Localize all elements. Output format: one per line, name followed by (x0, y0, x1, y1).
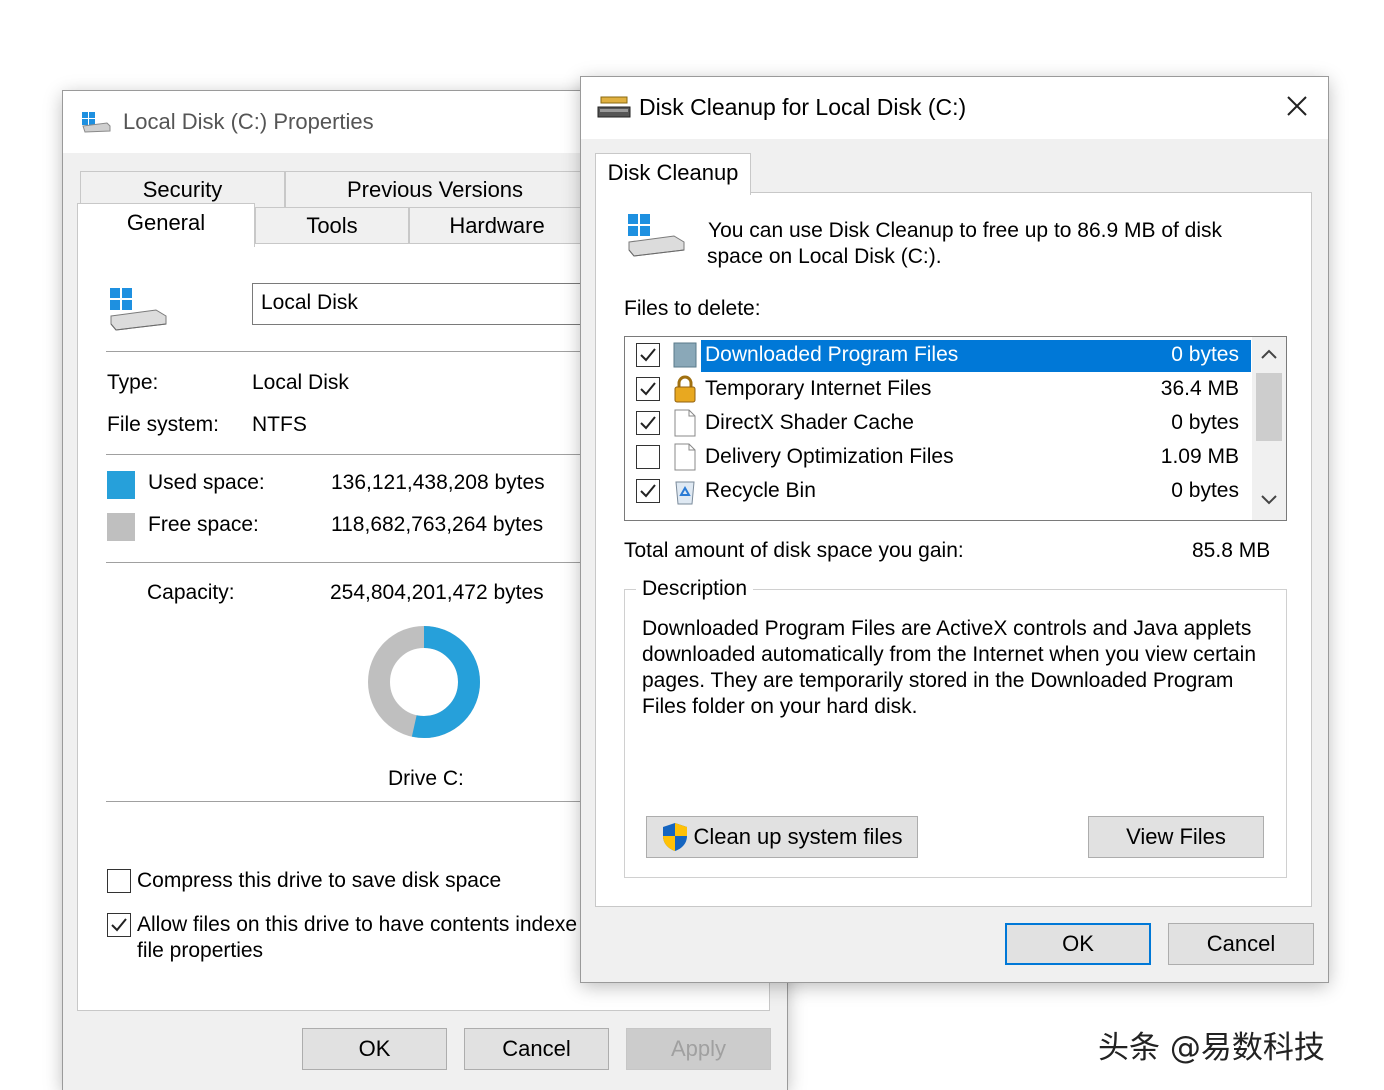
disk-cleanup-window: Disk Cleanup for Local Disk (C:) Disk Cl… (581, 77, 1328, 982)
used-space-value: 136,121,438,208 bytes (331, 471, 545, 494)
description-text-line1: Downloaded Program Files are ActiveX con… (642, 617, 1252, 640)
drive-icon (628, 214, 685, 257)
intro-text-line2: space on Local Disk (C:). (707, 245, 942, 268)
type-value: Local Disk (252, 371, 349, 394)
list-item[interactable]: DirectX Shader Cache 0 bytes (625, 406, 1251, 440)
file-name: Recycle Bin (705, 479, 816, 502)
total-gain-value: 85.8 MB (1192, 539, 1271, 562)
close-icon[interactable] (1286, 95, 1308, 117)
description-text-line3: pages. They are temporarily stored in th… (642, 669, 1234, 692)
file-checkbox[interactable] (636, 445, 660, 469)
checkmark-icon (640, 416, 656, 430)
properties-cancel-button[interactable]: Cancel (464, 1028, 609, 1070)
checkmark-icon (640, 348, 656, 362)
scrollbar[interactable] (1252, 337, 1286, 520)
tab-previous-versions[interactable]: Previous Versions (285, 171, 585, 207)
compress-checkbox[interactable] (107, 869, 131, 893)
divider (106, 562, 586, 563)
divider (106, 801, 586, 802)
free-space-label: Free space: (148, 513, 259, 536)
cleanup-title: Disk Cleanup for Local Disk (C:) (639, 94, 967, 120)
file-name: Delivery Optimization Files (705, 445, 954, 468)
file-checkbox[interactable] (636, 411, 660, 435)
used-space-swatch (107, 471, 135, 499)
lock-icon (673, 375, 697, 403)
properties-apply-button[interactable]: Apply (626, 1028, 771, 1070)
drive-name-input[interactable]: Local Disk (252, 283, 592, 325)
intro-text-line1: You can use Disk Cleanup to free up to 8… (708, 219, 1223, 242)
disk-cleanup-icon (597, 96, 631, 118)
drive-label: Drive C: (388, 767, 464, 790)
list-item[interactable]: Recycle Bin 0 bytes (625, 474, 1251, 508)
recycle-bin-icon (673, 477, 697, 505)
free-space-value: 118,682,763,264 bytes (331, 513, 544, 536)
chevron-up-icon[interactable] (1261, 349, 1277, 359)
description-text-line2: downloaded automatically from the Intern… (642, 643, 1257, 666)
tab-general[interactable]: General (77, 203, 255, 247)
checkmark-icon (640, 484, 656, 498)
view-files-button[interactable]: View Files (1088, 816, 1264, 858)
file-checkbox[interactable] (636, 377, 660, 401)
checkmark-icon (640, 382, 656, 396)
file-checkbox[interactable] (636, 479, 660, 503)
watermark: 头条 @易数科技 (1098, 1030, 1325, 1066)
shield-icon (663, 823, 688, 851)
cleanup-ok-button[interactable]: OK (1005, 923, 1151, 965)
chevron-down-icon[interactable] (1261, 495, 1277, 505)
clean-up-system-files-button[interactable]: Clean up system files (646, 816, 918, 858)
file-size: 0 bytes (1171, 343, 1239, 366)
files-list[interactable]: Downloaded Program Files 0 bytes Temporary… (624, 336, 1287, 521)
file-icon (673, 443, 697, 471)
list-item[interactable]: Delivery Optimization Files 1.09 MB (625, 440, 1251, 474)
free-space-swatch (107, 513, 135, 541)
index-label-cont: file properties (137, 939, 264, 962)
file-name: DirectX Shader Cache (705, 411, 914, 434)
cleanup-titlebar: Disk Cleanup for Local Disk (C:) (581, 77, 1328, 139)
cleanup-cancel-button[interactable]: Cancel (1168, 923, 1314, 965)
checkmark-icon (111, 918, 127, 932)
file-checkbox[interactable] (636, 343, 660, 367)
folder-icon (673, 341, 697, 369)
file-system-label: File system: (107, 413, 220, 436)
tab-disk-cleanup[interactable]: Disk Cleanup (595, 153, 751, 195)
capacity-label: Capacity: (147, 581, 235, 604)
list-item[interactable]: Temporary Internet Files 36.4 MB (625, 372, 1251, 406)
file-name: Downloaded Program Files (705, 343, 959, 366)
usage-donut (368, 626, 480, 738)
tab-tools[interactable]: Tools (255, 207, 409, 243)
tab-hardware[interactable]: Hardware (409, 207, 585, 243)
used-space-label: Used space: (148, 471, 265, 494)
total-gain-label: Total amount of disk space you gain: (624, 539, 964, 562)
file-icon (673, 409, 697, 437)
scrollbar-thumb[interactable] (1256, 373, 1282, 441)
divider (106, 351, 586, 352)
compress-label: Compress this drive to save disk space (137, 869, 502, 892)
index-label: Allow files on this drive to have conten… (137, 913, 578, 936)
file-system-value: NTFS (252, 413, 307, 436)
file-size: 1.09 MB (1160, 445, 1239, 468)
drive-icon (82, 112, 111, 133)
description-text-line4: Files folder on your hard disk. (642, 695, 918, 718)
list-item[interactable]: Downloaded Program Files 0 bytes (625, 338, 1251, 372)
file-name: Temporary Internet Files (705, 377, 932, 400)
description-label: Description (636, 577, 754, 601)
tab-security[interactable]: Security (80, 171, 285, 207)
properties-ok-button[interactable]: OK (302, 1028, 447, 1070)
file-size: 0 bytes (1171, 479, 1239, 502)
local-disk-icon (110, 288, 167, 331)
file-size: 0 bytes (1171, 411, 1239, 434)
divider (106, 454, 586, 455)
file-size: 36.4 MB (1160, 377, 1239, 400)
properties-title: Local Disk (C:) Properties (123, 109, 374, 134)
files-to-delete-label: Files to delete: (624, 297, 761, 320)
index-checkbox[interactable] (107, 913, 131, 937)
type-label: Type: (107, 371, 159, 394)
capacity-value: 254,804,201,472 bytes (330, 581, 544, 604)
